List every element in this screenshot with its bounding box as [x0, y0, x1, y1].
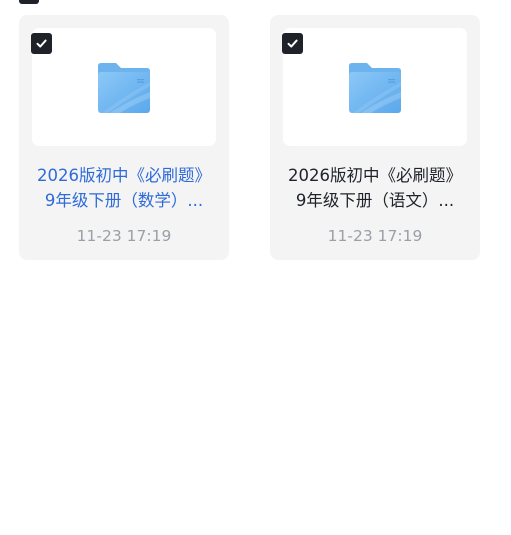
file-time: 11-23 17:19 — [327, 227, 423, 245]
file-title-line2: 9年级下册（数学）... — [44, 191, 204, 210]
folder-icon — [349, 63, 401, 113]
checkmark-icon — [36, 39, 47, 48]
file-title-line2: 9年级下册（语文）... — [295, 191, 455, 210]
file-grid: 2026版初中《必刷题》 9年级下册（数学）... 11-23 17:19 20… — [0, 0, 511, 535]
file-card[interactable]: 2026版初中《必刷题》 9年级下册（数学）... 11-23 17:19 — [19, 15, 229, 260]
file-title-line1: 2026版初中《必刷题》 — [37, 166, 211, 185]
file-time: 11-23 17:19 — [76, 227, 172, 245]
file-checkbox[interactable] — [282, 33, 303, 54]
file-title-line1: 2026版初中《必刷题》 — [288, 166, 462, 185]
file-title[interactable]: 2026版初中《必刷题》 9年级下册（语文）... — [276, 163, 474, 213]
file-checkbox[interactable] — [31, 33, 52, 54]
file-thumbnail[interactable] — [32, 28, 216, 146]
file-title[interactable]: 2026版初中《必刷题》 9年级下册（数学）... — [25, 163, 223, 213]
file-thumbnail[interactable] — [283, 28, 467, 146]
file-card[interactable]: 2026版初中《必刷题》 9年级下册（语文）... 11-23 17:19 — [270, 15, 480, 260]
checkmark-icon — [287, 39, 298, 48]
select-all-checkbox[interactable] — [19, 0, 39, 4]
folder-icon — [98, 63, 150, 113]
